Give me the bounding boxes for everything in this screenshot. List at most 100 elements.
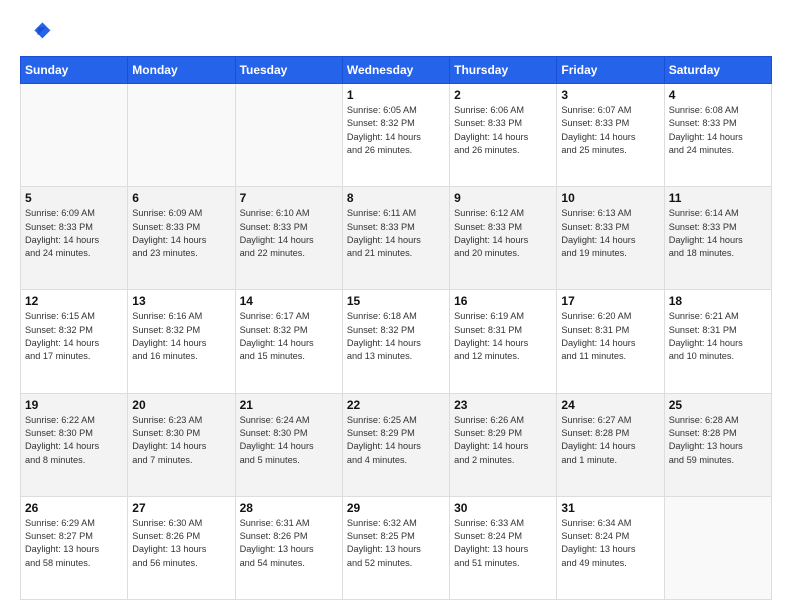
day-info: Sunrise: 6:26 AM Sunset: 8:29 PM Dayligh… (454, 414, 552, 467)
day-info: Sunrise: 6:32 AM Sunset: 8:25 PM Dayligh… (347, 517, 445, 570)
day-info: Sunrise: 6:19 AM Sunset: 8:31 PM Dayligh… (454, 310, 552, 363)
day-info: Sunrise: 6:17 AM Sunset: 8:32 PM Dayligh… (240, 310, 338, 363)
logo-icon (20, 16, 52, 48)
calendar-cell: 12 Sunrise: 6:15 AM Sunset: 8:32 PM Dayli… (21, 290, 128, 393)
day-info: Sunrise: 6:27 AM Sunset: 8:28 PM Dayligh… (561, 414, 659, 467)
calendar-cell: 8 Sunrise: 6:11 AM Sunset: 8:33 PM Daylig… (342, 187, 449, 290)
day-info: Sunrise: 6:29 AM Sunset: 8:27 PM Dayligh… (25, 517, 123, 570)
calendar-week-row: 12 Sunrise: 6:15 AM Sunset: 8:32 PM Dayli… (21, 290, 772, 393)
calendar-cell: 16 Sunrise: 6:19 AM Sunset: 8:31 PM Dayli… (450, 290, 557, 393)
day-number: 7 (240, 191, 338, 205)
day-number: 28 (240, 501, 338, 515)
day-info: Sunrise: 6:20 AM Sunset: 8:31 PM Dayligh… (561, 310, 659, 363)
day-number: 30 (454, 501, 552, 515)
calendar-cell: 19 Sunrise: 6:22 AM Sunset: 8:30 PM Dayli… (21, 393, 128, 496)
day-info: Sunrise: 6:21 AM Sunset: 8:31 PM Dayligh… (669, 310, 767, 363)
calendar-cell: 6 Sunrise: 6:09 AM Sunset: 8:33 PM Daylig… (128, 187, 235, 290)
calendar-cell: 15 Sunrise: 6:18 AM Sunset: 8:32 PM Dayli… (342, 290, 449, 393)
day-info: Sunrise: 6:09 AM Sunset: 8:33 PM Dayligh… (25, 207, 123, 260)
day-info: Sunrise: 6:22 AM Sunset: 8:30 PM Dayligh… (25, 414, 123, 467)
day-number: 2 (454, 88, 552, 102)
calendar-cell: 20 Sunrise: 6:23 AM Sunset: 8:30 PM Dayli… (128, 393, 235, 496)
day-number: 26 (25, 501, 123, 515)
calendar-cell: 3 Sunrise: 6:07 AM Sunset: 8:33 PM Daylig… (557, 84, 664, 187)
day-info: Sunrise: 6:07 AM Sunset: 8:33 PM Dayligh… (561, 104, 659, 157)
day-number: 11 (669, 191, 767, 205)
day-number: 21 (240, 398, 338, 412)
day-info: Sunrise: 6:28 AM Sunset: 8:28 PM Dayligh… (669, 414, 767, 467)
calendar-cell (21, 84, 128, 187)
calendar-cell: 13 Sunrise: 6:16 AM Sunset: 8:32 PM Dayli… (128, 290, 235, 393)
day-number: 18 (669, 294, 767, 308)
calendar-week-row: 5 Sunrise: 6:09 AM Sunset: 8:33 PM Daylig… (21, 187, 772, 290)
day-number: 3 (561, 88, 659, 102)
calendar-week-row: 1 Sunrise: 6:05 AM Sunset: 8:32 PM Daylig… (21, 84, 772, 187)
day-number: 22 (347, 398, 445, 412)
day-info: Sunrise: 6:06 AM Sunset: 8:33 PM Dayligh… (454, 104, 552, 157)
calendar-cell: 23 Sunrise: 6:26 AM Sunset: 8:29 PM Dayli… (450, 393, 557, 496)
day-number: 20 (132, 398, 230, 412)
calendar-cell: 11Sunrise: 6:14 AM Sunset: 8:33 PM Dayli… (664, 187, 771, 290)
column-header-saturday: Saturday (664, 57, 771, 84)
calendar-cell: 2 Sunrise: 6:06 AM Sunset: 8:33 PM Daylig… (450, 84, 557, 187)
calendar-cell: 10Sunrise: 6:13 AM Sunset: 8:33 PM Dayli… (557, 187, 664, 290)
calendar-cell (128, 84, 235, 187)
day-number: 13 (132, 294, 230, 308)
day-number: 5 (25, 191, 123, 205)
calendar-cell (664, 496, 771, 599)
day-number: 19 (25, 398, 123, 412)
calendar-cell: 14Sunrise: 6:17 AM Sunset: 8:32 PM Dayli… (235, 290, 342, 393)
calendar-cell: 4Sunrise: 6:08 AM Sunset: 8:33 PM Daylig… (664, 84, 771, 187)
day-number: 1 (347, 88, 445, 102)
day-info: Sunrise: 6:31 AM Sunset: 8:26 PM Dayligh… (240, 517, 338, 570)
day-info: Sunrise: 6:08 AM Sunset: 8:33 PM Dayligh… (669, 104, 767, 157)
calendar-table: SundayMondayTuesdayWednesdayThursdayFrid… (20, 56, 772, 600)
day-number: 12 (25, 294, 123, 308)
calendar-cell: 21 Sunrise: 6:24 AM Sunset: 8:30 PM Dayli… (235, 393, 342, 496)
day-number: 10 (561, 191, 659, 205)
calendar-week-row: 26 Sunrise: 6:29 AM Sunset: 8:27 PM Dayli… (21, 496, 772, 599)
logo (20, 16, 58, 48)
day-number: 31 (561, 501, 659, 515)
day-info: Sunrise: 6:10 AM Sunset: 8:33 PM Dayligh… (240, 207, 338, 260)
calendar-cell: 9 Sunrise: 6:12 AM Sunset: 8:33 PM Daylig… (450, 187, 557, 290)
day-number: 17 (561, 294, 659, 308)
day-info: Sunrise: 6:23 AM Sunset: 8:30 PM Dayligh… (132, 414, 230, 467)
day-number: 9 (454, 191, 552, 205)
calendar-cell: 7 Sunrise: 6:10 AM Sunset: 8:33 PM Daylig… (235, 187, 342, 290)
day-info: Sunrise: 6:05 AM Sunset: 8:32 PM Dayligh… (347, 104, 445, 157)
day-info: Sunrise: 6:11 AM Sunset: 8:33 PM Dayligh… (347, 207, 445, 260)
day-number: 27 (132, 501, 230, 515)
column-header-sunday: Sunday (21, 57, 128, 84)
calendar-cell: 17 Sunrise: 6:20 AM Sunset: 8:31 PM Dayli… (557, 290, 664, 393)
calendar-week-row: 19 Sunrise: 6:22 AM Sunset: 8:30 PM Dayli… (21, 393, 772, 496)
calendar-cell: 25Sunrise: 6:28 AM Sunset: 8:28 PM Dayli… (664, 393, 771, 496)
day-number: 24 (561, 398, 659, 412)
calendar-cell: 18 Sunrise: 6:21 AM Sunset: 8:31 PM Dayli… (664, 290, 771, 393)
day-number: 23 (454, 398, 552, 412)
column-header-wednesday: Wednesday (342, 57, 449, 84)
day-info: Sunrise: 6:34 AM Sunset: 8:24 PM Dayligh… (561, 517, 659, 570)
day-info: Sunrise: 6:09 AM Sunset: 8:33 PM Dayligh… (132, 207, 230, 260)
column-header-monday: Monday (128, 57, 235, 84)
day-info: Sunrise: 6:33 AM Sunset: 8:24 PM Dayligh… (454, 517, 552, 570)
day-number: 16 (454, 294, 552, 308)
calendar-cell: 1 Sunrise: 6:05 AM Sunset: 8:32 PM Daylig… (342, 84, 449, 187)
day-info: Sunrise: 6:24 AM Sunset: 8:30 PM Dayligh… (240, 414, 338, 467)
day-number: 15 (347, 294, 445, 308)
day-info: Sunrise: 6:16 AM Sunset: 8:32 PM Dayligh… (132, 310, 230, 363)
day-info: Sunrise: 6:15 AM Sunset: 8:32 PM Dayligh… (25, 310, 123, 363)
column-header-thursday: Thursday (450, 57, 557, 84)
day-info: Sunrise: 6:18 AM Sunset: 8:32 PM Dayligh… (347, 310, 445, 363)
calendar-cell: 5 Sunrise: 6:09 AM Sunset: 8:33 PM Daylig… (21, 187, 128, 290)
calendar-cell: 26 Sunrise: 6:29 AM Sunset: 8:27 PM Dayli… (21, 496, 128, 599)
calendar-cell: 30 Sunrise: 6:33 AM Sunset: 8:24 PM Dayli… (450, 496, 557, 599)
column-header-friday: Friday (557, 57, 664, 84)
calendar-cell: 22Sunrise: 6:25 AM Sunset: 8:29 PM Dayli… (342, 393, 449, 496)
day-number: 6 (132, 191, 230, 205)
day-info: Sunrise: 6:12 AM Sunset: 8:33 PM Dayligh… (454, 207, 552, 260)
calendar-cell: 24 Sunrise: 6:27 AM Sunset: 8:28 PM Dayli… (557, 393, 664, 496)
calendar-cell: 29Sunrise: 6:32 AM Sunset: 8:25 PM Dayli… (342, 496, 449, 599)
calendar-header-row: SundayMondayTuesdayWednesdayThursdayFrid… (21, 57, 772, 84)
day-number: 8 (347, 191, 445, 205)
